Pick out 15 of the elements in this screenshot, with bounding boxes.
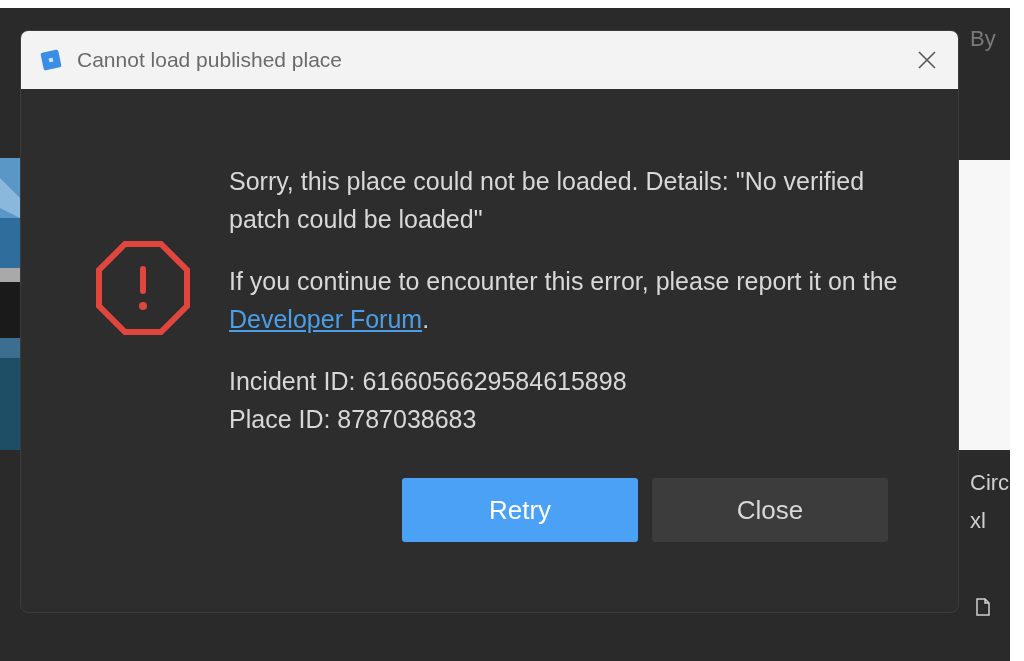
game-title: xl: [970, 507, 986, 535]
help-text: If you continue to encounter this error, please report it on the Developer Forum.: [229, 266, 899, 335]
incident-id-text: Incident ID: 6166056629584615898: [229, 366, 628, 397]
app-logo-icon: [39, 48, 63, 72]
document-icon: [976, 598, 990, 616]
forum-link[interactable]: Developer Forum: [229, 305, 423, 333]
close-button[interactable]: Close: [652, 478, 888, 542]
error-message: Sorry, this place could not be loaded. Details: "No verified patch could be loaded": [229, 166, 866, 235]
creator-text: By: [970, 25, 996, 53]
retry-button[interactable]: Retry: [402, 478, 638, 542]
game-title: Circ: [970, 469, 1010, 497]
window-title: Cannot load published place: [77, 47, 343, 74]
warning-icon: [95, 240, 191, 336]
place-id-text: Place ID: 8787038683: [229, 404, 478, 435]
close-icon[interactable]: [916, 49, 938, 71]
